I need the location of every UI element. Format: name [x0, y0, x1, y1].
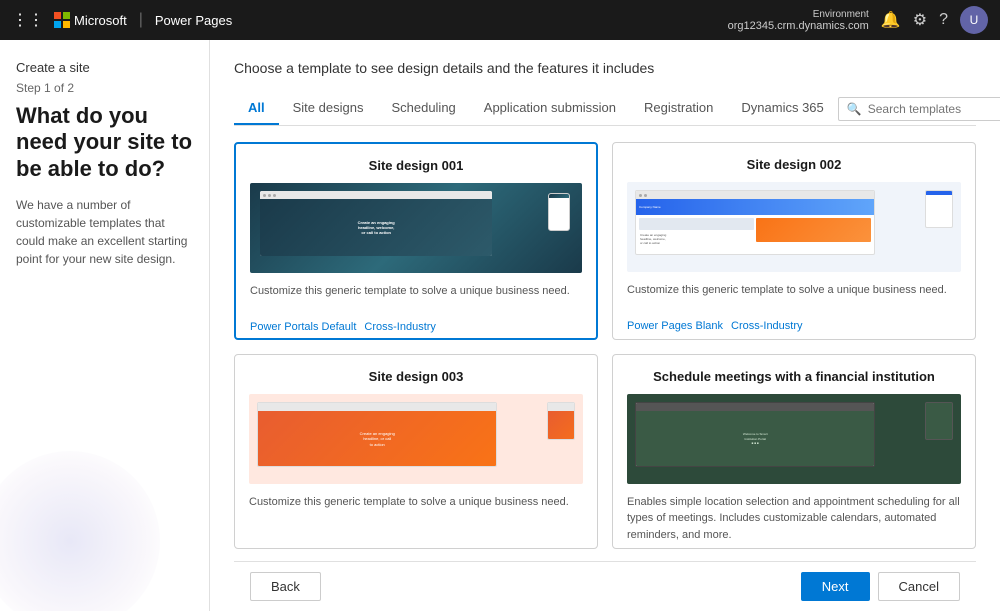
preview-mobile — [548, 193, 570, 231]
footer: Back Next Cancel — [234, 561, 976, 611]
browser-bar-003 — [258, 403, 496, 411]
ms-squares — [54, 12, 70, 28]
preview-browser-002: Company Name Create an engagingheadline,… — [635, 190, 875, 255]
template-card-schedule-meetings[interactable]: Schedule meetings with a financial insti… — [612, 354, 976, 550]
settings-button[interactable]: ⚙ — [913, 10, 927, 30]
template-desc-schedule: Enables simple location selection and ap… — [627, 494, 961, 544]
help-button[interactable]: ? — [939, 11, 948, 29]
back-button[interactable]: Back — [250, 572, 321, 601]
template-card-inner-002: Site design 002 Company Name — [613, 143, 975, 340]
template-name-003: Site design 003 — [249, 369, 583, 384]
cancel-button[interactable]: Cancel — [878, 572, 960, 601]
preview-browser-schedule: Welcome to SmartInstitution Portal■ ■ ■ — [635, 402, 875, 467]
preview-tablet-002 — [925, 190, 953, 228]
nav-right: Environment org12345.crm.dynamics.com 🔔 … — [728, 6, 988, 34]
template-card-inner-003: Site design 003 Create an engagingheadli… — [235, 355, 597, 542]
tab-application-submission[interactable]: Application submission — [470, 92, 630, 125]
template-desc-003: Customize this generic template to solve… — [249, 494, 583, 524]
template-name: Site design 001 — [250, 158, 582, 173]
browser-body-schedule: Welcome to SmartInstitution Portal■ ■ ■ — [636, 411, 874, 467]
main-title: Choose a template to see design details … — [234, 60, 654, 76]
app-name: Power Pages — [155, 13, 232, 28]
footer-right: Next Cancel — [801, 572, 960, 601]
browser-bar-schedule — [636, 403, 874, 411]
preview-browser-001: Create an engagingheadline, welcome,or c… — [260, 191, 492, 256]
browser-bar-002 — [636, 191, 874, 199]
ms-sq-red — [54, 12, 61, 19]
template-card-site-design-002[interactable]: Site design 002 Company Name — [612, 142, 976, 340]
main-header: Choose a template to see design details … — [234, 60, 976, 78]
ms-sq-green — [63, 12, 70, 19]
browser-body: Create an engagingheadline, welcome,or c… — [260, 199, 492, 256]
environment-info: Environment org12345.crm.dynamics.com — [728, 9, 869, 32]
tab-scheduling[interactable]: Scheduling — [377, 92, 469, 125]
page-layout: Create a site Step 1 of 2 What do you ne… — [0, 40, 1000, 611]
search-input[interactable] — [868, 102, 998, 116]
tab-all[interactable]: All — [234, 92, 279, 125]
ms-text: Microsoft — [74, 13, 127, 28]
ms-sq-blue — [54, 21, 61, 28]
template-preview-002: Company Name Create an engagingheadline,… — [627, 182, 961, 272]
grid-icon[interactable]: ⋮⋮ — [12, 10, 44, 30]
microsoft-logo: Microsoft — [54, 12, 127, 28]
template-preview-001: Create an engagingheadline, welcome,or c… — [250, 183, 582, 273]
sidebar-title: What do you need your site to be able to… — [16, 103, 193, 182]
env-label: Environment — [813, 9, 869, 20]
template-desc: Customize this generic template to solve… — [250, 283, 582, 313]
template-card-site-design-001[interactable]: Site design 001 Create an engagingheadli… — [234, 142, 598, 340]
preview-browser-003: Create an engagingheadline, or callto ac… — [257, 402, 497, 467]
tag-power-portals-default[interactable]: Power Portals Default — [250, 321, 356, 333]
browser-body-002: Company Name Create an engagingheadline,… — [636, 199, 874, 255]
template-tags-002: Power Pages Blank Cross-Industry — [627, 320, 961, 332]
tab-registration[interactable]: Registration — [630, 92, 727, 125]
template-preview-schedule: Welcome to SmartInstitution Portal■ ■ ■ — [627, 394, 961, 484]
preview-tablet-003 — [547, 402, 575, 440]
tab-site-designs[interactable]: Site designs — [279, 92, 378, 125]
next-button[interactable]: Next — [801, 572, 870, 601]
search-icon: 🔍 — [847, 102, 862, 116]
template-card-site-design-003[interactable]: Site design 003 Create an engagingheadli… — [234, 354, 598, 550]
nav-divider: | — [139, 11, 143, 29]
preview-text: Create an engagingheadline, welcome,or c… — [358, 220, 395, 236]
tab-dynamics-365[interactable]: Dynamics 365 — [727, 92, 837, 125]
tag-power-pages-blank[interactable]: Power Pages Blank — [627, 320, 723, 332]
search-box[interactable]: 🔍 — [838, 97, 1000, 121]
browser-body-003: Create an engagingheadline, or callto ac… — [258, 411, 496, 467]
templates-grid: Site design 001 Create an engagingheadli… — [234, 142, 976, 561]
create-site-label: Create a site — [16, 60, 193, 75]
notification-button[interactable]: 🔔 — [881, 10, 901, 30]
top-navigation: ⋮⋮ Microsoft | Power Pages Environment o… — [0, 0, 1000, 40]
preview-003-banner: Create an engagingheadline, or callto ac… — [258, 411, 496, 467]
template-card-inner: Site design 001 Create an engagingheadli… — [236, 144, 596, 340]
template-name-002: Site design 002 — [627, 157, 961, 172]
sidebar-decoration — [0, 451, 160, 611]
tag-cross-industry-002[interactable]: Cross-Industry — [731, 320, 803, 332]
template-card-inner-schedule: Schedule meetings with a financial insti… — [613, 355, 975, 550]
preview-tablet-schedule — [925, 402, 953, 440]
env-value: org12345.crm.dynamics.com — [728, 20, 869, 32]
step-label: Step 1 of 2 — [16, 81, 193, 95]
ms-sq-yellow — [63, 21, 70, 28]
template-preview-003: Create an engagingheadline, or callto ac… — [249, 394, 583, 484]
tag-cross-industry-001[interactable]: Cross-Industry — [364, 321, 436, 333]
template-name-schedule: Schedule meetings with a financial insti… — [627, 369, 961, 384]
tabs-row: All Site designs Scheduling Application … — [234, 92, 976, 126]
main-content: Choose a template to see design details … — [210, 40, 1000, 611]
template-tags: Power Portals Default Cross-Industry — [250, 321, 582, 333]
browser-bar — [260, 191, 492, 199]
avatar[interactable]: U — [960, 6, 988, 34]
sidebar: Create a site Step 1 of 2 What do you ne… — [0, 40, 210, 611]
sidebar-description: We have a number of customizable templat… — [16, 196, 193, 268]
template-desc-002: Customize this generic template to solve… — [627, 282, 961, 312]
